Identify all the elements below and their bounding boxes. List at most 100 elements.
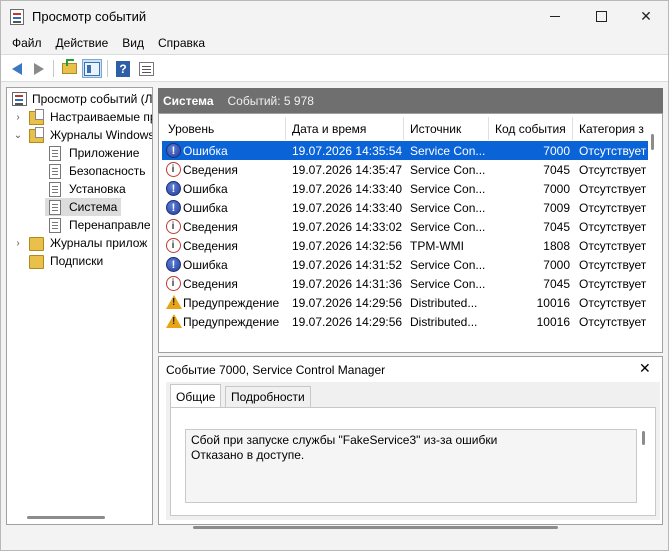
tree-item-label: Система <box>69 200 118 214</box>
log-icon <box>49 164 61 179</box>
tab-details[interactable]: Подробности <box>225 386 311 407</box>
column-header-date[interactable]: Дата и время <box>286 117 404 140</box>
cell-source: Distributed... <box>410 295 478 310</box>
chevron-down-icon[interactable]: ⌄ <box>13 130 23 141</box>
tree-item-application[interactable]: Приложение <box>7 144 152 162</box>
table-row[interactable]: Ошибка 19.07.2026 14:33:40 Service Con... 7… <box>162 198 648 217</box>
error-icon <box>166 181 181 196</box>
cell-source: Service Con... <box>410 181 486 196</box>
cell-date: 19.07.2026 14:33:40 <box>292 200 403 215</box>
close-button[interactable]: ✕ <box>623 1 669 32</box>
cell-event-id: 7000 <box>543 143 570 158</box>
tree-item-forwarded[interactable]: Перенаправле <box>7 216 152 234</box>
console-tree-icon <box>84 61 100 76</box>
table-row[interactable]: Сведения 19.07.2026 14:35:47 Service Con..… <box>162 160 648 179</box>
warning-icon <box>166 295 182 309</box>
tree-item-label: Безопасность <box>69 164 146 178</box>
tree-item-label: Журналы прилож <box>50 236 148 250</box>
detail-body: Общие Подробности Сбой при запуске служб… <box>166 382 660 529</box>
help-button[interactable]: ? <box>113 59 133 78</box>
cell-date: 19.07.2026 14:35:47 <box>292 162 403 177</box>
back-button[interactable] <box>7 59 27 78</box>
forward-button[interactable] <box>29 59 49 78</box>
horizontal-scrollbar[interactable] <box>27 516 105 519</box>
cell-category: Отсутствует <box>579 314 647 329</box>
cell-date: 19.07.2026 14:29:56 <box>292 314 403 329</box>
cell-event-id: 10016 <box>536 295 570 310</box>
show-hide-tree-button[interactable] <box>82 59 102 78</box>
tree-item-app-logs[interactable]: › Журналы прилож <box>7 234 152 252</box>
close-icon[interactable]: ✕ <box>639 360 651 377</box>
table-row[interactable]: Сведения 19.07.2026 14:33:02 Service Con..… <box>162 217 648 236</box>
cell-level: Ошибка <box>183 257 228 272</box>
cell-date: 19.07.2026 14:35:54 <box>292 143 403 158</box>
log-icon <box>49 146 61 161</box>
cell-source: Distributed... <box>410 314 478 329</box>
horizontal-scrollbar[interactable] <box>193 526 558 529</box>
cell-event-id: 10016 <box>536 314 570 329</box>
toolbar: ? <box>1 54 668 82</box>
menu-view[interactable]: Вид <box>115 32 151 54</box>
menu-help[interactable]: Справка <box>151 32 212 54</box>
cell-event-id: 7045 <box>543 219 570 234</box>
table-row[interactable]: Ошибка 19.07.2026 14:33:40 Service Con... 7… <box>162 179 648 198</box>
table-row[interactable]: Ошибка 19.07.2026 14:31:52 Service Con... 7… <box>162 255 648 274</box>
cell-level: Сведения <box>183 276 238 291</box>
maximize-button[interactable] <box>578 1 624 32</box>
table-row[interactable]: Предупреждение 19.07.2026 14:29:56 Distrib… <box>162 293 648 312</box>
vertical-scrollbar[interactable] <box>642 431 645 445</box>
up-level-button[interactable] <box>59 59 79 78</box>
chevron-right-icon[interactable]: › <box>13 238 23 249</box>
cell-event-id: 7000 <box>543 181 570 196</box>
cell-date: 19.07.2026 14:29:56 <box>292 295 403 310</box>
minimize-button[interactable] <box>532 1 578 32</box>
column-header-event-id[interactable]: Код события <box>489 117 573 140</box>
cell-source: Service Con... <box>410 219 486 234</box>
cell-category: Отсутствует <box>579 181 647 196</box>
table-row[interactable]: Сведения 19.07.2026 14:31:36 Service Con..… <box>162 274 648 293</box>
column-header-level[interactable]: Уровень <box>162 117 286 140</box>
table-row[interactable]: Сведения 19.07.2026 14:32:56 TPM-WMI 1808 От… <box>162 236 648 255</box>
tree-item-setup[interactable]: Установка <box>7 180 152 198</box>
tree-item-custom-views[interactable]: › Настраиваемые пр <box>7 108 152 126</box>
tree-item-subscriptions[interactable]: Подписки <box>7 252 152 270</box>
chevron-right-icon[interactable]: › <box>13 112 23 123</box>
cell-date: 19.07.2026 14:32:56 <box>292 238 403 253</box>
table-row[interactable]: Ошибка 19.07.2026 14:35:54 Service Con... 7… <box>162 141 648 160</box>
events-table: Уровень Дата и время Источник Код событи… <box>158 113 663 353</box>
event-description[interactable]: Сбой при запуске службы "FakeService3" и… <box>185 429 637 503</box>
column-header-source[interactable]: Источник <box>404 117 489 140</box>
menu-file[interactable]: Файл <box>5 32 49 54</box>
tree-item-windows-logs[interactable]: ⌄ Журналы Windows <box>7 126 152 144</box>
cell-level: Предупреждение <box>183 295 280 310</box>
tree-item-system[interactable]: Система <box>45 198 121 216</box>
folder-icon <box>29 237 44 251</box>
tree-item-label: Настраиваемые пр <box>50 110 153 124</box>
column-header-category[interactable]: Категория з <box>573 117 648 140</box>
vertical-scrollbar[interactable] <box>651 134 654 150</box>
log-icon <box>49 182 61 197</box>
cell-category: Отсутствует <box>579 238 647 253</box>
title-bar[interactable]: Просмотр событий ✕ <box>1 1 668 32</box>
cell-date: 19.07.2026 14:31:36 <box>292 276 403 291</box>
cell-level: Сведения <box>183 238 238 253</box>
table-row[interactable]: Предупреждение 19.07.2026 14:29:56 Distrib… <box>162 312 648 331</box>
tab-general[interactable]: Общие <box>170 384 222 408</box>
forward-arrow-icon <box>34 62 44 75</box>
tab-panel-general: Сбой при запуске службы "FakeService3" и… <box>170 407 656 529</box>
event-detail-pane: Событие 7000, Service Control Manager ✕ … <box>158 356 663 529</box>
tree-item-security[interactable]: Безопасность <box>7 162 152 180</box>
description-line: Сбой при запуске службы "FakeService3" и… <box>191 433 498 447</box>
error-icon <box>166 257 181 272</box>
tree-item-event-viewer[interactable]: Просмотр событий (Л <box>7 90 152 108</box>
event-viewer-window: Просмотр событий ✕ Файл Действие Вид Спр… <box>0 0 669 551</box>
log-icon <box>49 218 61 233</box>
info-icon <box>166 276 181 291</box>
folder-up-icon <box>61 59 77 74</box>
help-icon: ? <box>116 60 130 77</box>
menu-action[interactable]: Действие <box>49 32 116 54</box>
cell-level: Сведения <box>183 219 238 234</box>
properties-button[interactable] <box>136 59 156 78</box>
cell-level: Предупреждение <box>183 314 280 329</box>
log-header: Система Событий: 5 978 <box>158 88 663 113</box>
